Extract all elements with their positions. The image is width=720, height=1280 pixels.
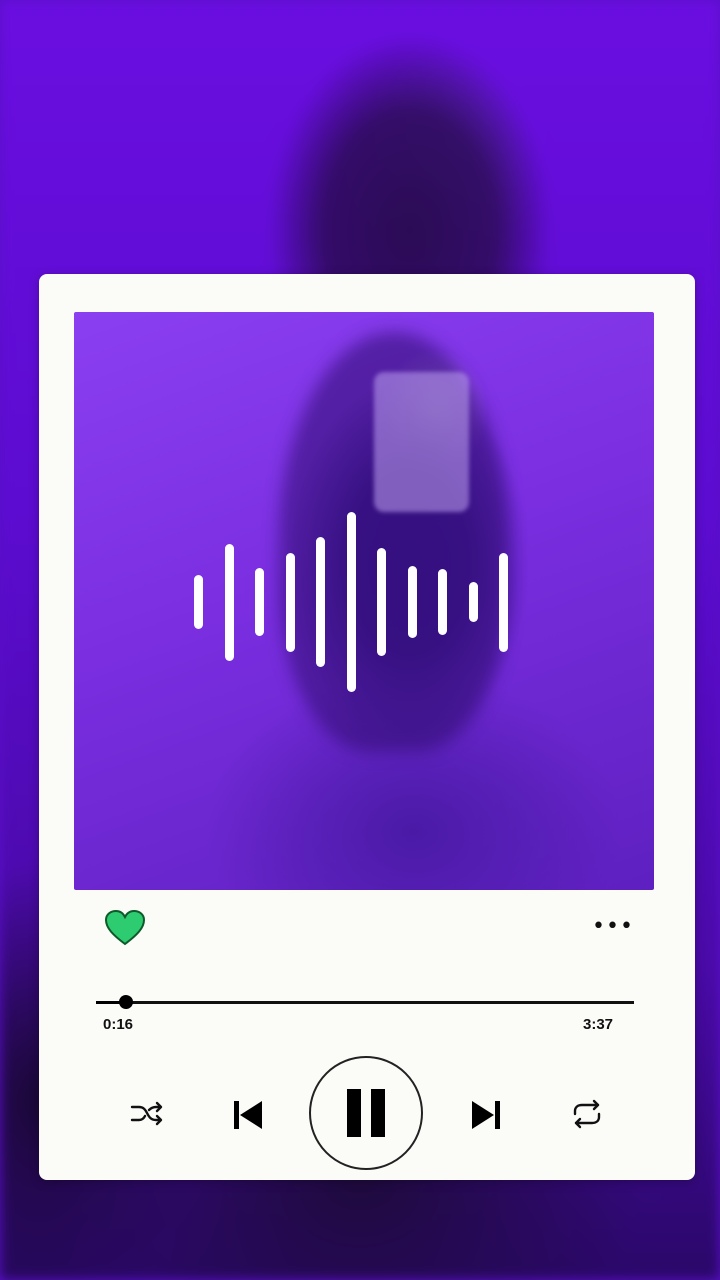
total-time: 3:37 [583, 1016, 614, 1033]
waveform-bar [407, 566, 417, 638]
waveform-bar [194, 575, 203, 629]
skip-next-icon [472, 1101, 500, 1129]
waveform-bar [377, 548, 386, 656]
repeat-icon [573, 1099, 601, 1129]
more-options-icon[interactable]: ••• [592, 916, 633, 941]
heart-icon[interactable] [105, 910, 145, 946]
repeat-button[interactable] [567, 1096, 607, 1132]
waveform-bar [255, 567, 264, 637]
progress-bar[interactable] [96, 995, 634, 1009]
waveform-bar [346, 512, 356, 692]
shuffle-icon [130, 1101, 163, 1126]
waveform-bar [468, 582, 478, 622]
audio-waveform [74, 312, 654, 890]
next-button[interactable] [465, 1094, 507, 1136]
progress-knob[interactable] [118, 995, 133, 1009]
player-card: ••• 0:16 3:37 [39, 274, 695, 1180]
waveform-bar [224, 543, 234, 661]
skip-previous-icon [234, 1101, 262, 1129]
elapsed-time: 0:16 [103, 1016, 134, 1033]
waveform-bar [499, 552, 508, 652]
album-artwork [74, 312, 654, 890]
pause-icon [347, 1089, 385, 1137]
waveform-bar [285, 552, 295, 652]
app-screen: ••• 0:16 3:37 [0, 0, 720, 1280]
pause-button[interactable] [309, 1056, 423, 1170]
previous-button[interactable] [227, 1094, 269, 1136]
waveform-bar [316, 537, 325, 667]
shuffle-button[interactable] [127, 1096, 167, 1132]
waveform-bar [438, 568, 447, 636]
